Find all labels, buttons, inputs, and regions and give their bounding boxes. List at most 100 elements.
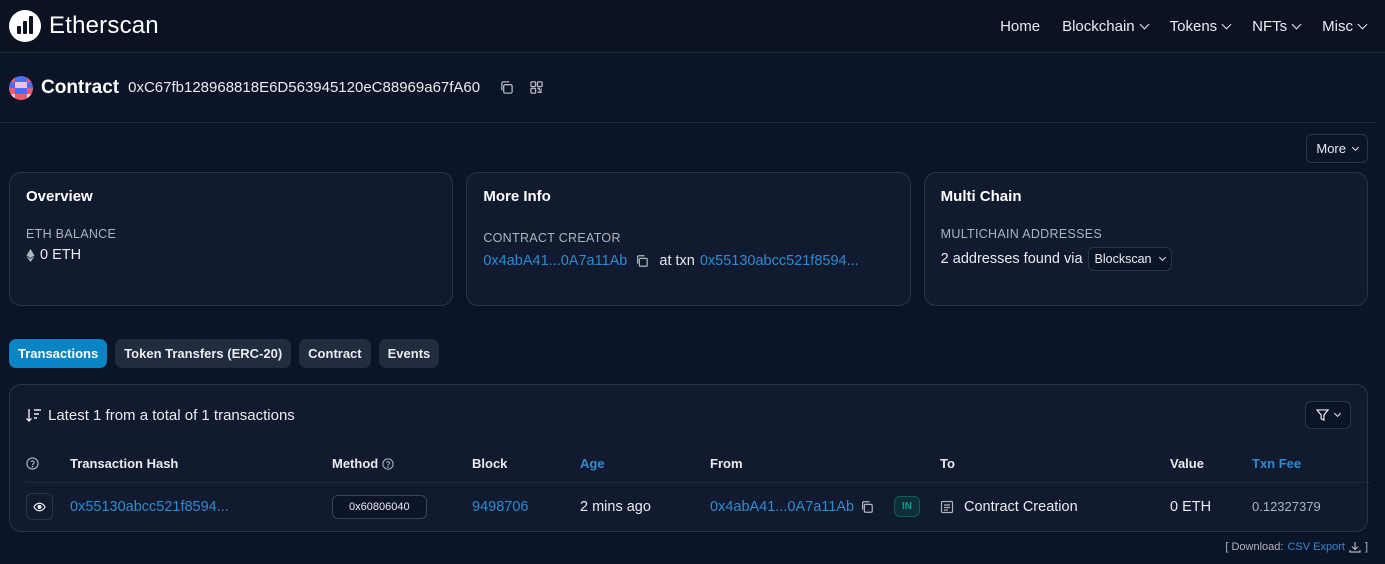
nav-blockchain[interactable]: Blockchain: [1053, 12, 1157, 41]
copy-icon[interactable]: [496, 78, 516, 98]
table-row-fee-cell: 0.12327379: [1252, 483, 1370, 530]
multichain-addresses-label: MULTICHAIN ADDRESSES: [940, 227, 1103, 241]
download-suffix: ]: [1364, 541, 1368, 553]
column-from: From: [710, 445, 894, 483]
table-row-block-cell: 9498706: [472, 483, 580, 530]
column-transaction-hash: Transaction Hash: [70, 445, 332, 483]
nav-nfts-label: NFTs: [1252, 17, 1288, 35]
chevron-down-icon: [1357, 19, 1368, 29]
chevron-down-icon: [1291, 19, 1302, 29]
download-row: [ Download: CSV Export ]: [1225, 541, 1368, 553]
nav-tokens-label: Tokens: [1169, 17, 1218, 35]
more-row: More: [0, 123, 1385, 163]
eth-balance-amount: 0 ETH: [40, 247, 82, 263]
addresses-found-text: 2 addresses found via: [940, 251, 1083, 267]
filter-icon: [1316, 409, 1329, 421]
tab-transactions[interactable]: Transactions: [9, 339, 108, 368]
more-info-card: More Info CONTRACT CREATOR 0x4abA41...0A…: [466, 172, 911, 306]
column-age[interactable]: Age: [580, 445, 710, 483]
contract-creator-value: 0x4abA41...0A7a11Ab at txn 0x55130abcc52…: [483, 251, 893, 271]
filter-button[interactable]: [1305, 401, 1351, 429]
table-row-view-cell: [26, 483, 70, 530]
help-icon[interactable]: [26, 457, 39, 470]
address-avatar: [9, 75, 33, 100]
copy-icon[interactable]: [860, 500, 874, 514]
creator-address-link[interactable]: 0x4abA41...0A7a11Ab: [483, 253, 627, 269]
overview-title: Overview: [26, 188, 93, 205]
tab-bar: Transactions Token Transfers (ERC-20) Co…: [0, 306, 1385, 372]
brand-link[interactable]: Etherscan: [9, 10, 159, 42]
contract-header: Contract 0xC67fb128968818E6D563945120eC8…: [0, 53, 1377, 123]
table-row-value-cell: 0 ETH: [1170, 498, 1212, 515]
transactions-card: Latest 1 from a total of 1 transactions …: [9, 384, 1370, 532]
table-row-age-cell: 2 mins ago: [580, 498, 651, 515]
more-dropdown-button[interactable]: More: [1306, 134, 1368, 163]
nav-misc-label: Misc: [1322, 17, 1353, 35]
table-row-from-cell: 0x4abA41...0A7a11Ab: [710, 483, 894, 530]
column-method: Method: [332, 445, 472, 483]
table-row-method-cell: 0x60806040: [332, 483, 472, 530]
contract-address: 0xC67fb128968818E6D563945120eC88969a67fA…: [128, 79, 481, 96]
chevron-down-icon: [1139, 19, 1150, 29]
txn-fee-value: 0.12327379: [1252, 499, 1321, 514]
document-icon: [940, 500, 954, 513]
nav-home-label: Home: [1000, 17, 1041, 35]
blockscan-label: Blockscan: [1094, 252, 1152, 266]
nav-home[interactable]: Home: [991, 12, 1049, 41]
copy-icon[interactable]: [632, 251, 652, 271]
etherscan-logo-icon: [9, 10, 41, 42]
transactions-summary: Latest 1 from a total of 1 transactions: [26, 407, 295, 424]
download-icon[interactable]: [1349, 541, 1361, 553]
more-label: More: [1316, 141, 1346, 156]
creator-txn-link[interactable]: 0x55130abcc521f8594...: [700, 253, 859, 269]
table-row-hash-cell: 0x55130abcc521f8594...: [70, 483, 332, 530]
column-value: Value: [1170, 445, 1252, 483]
column-to: To: [940, 445, 1170, 483]
help-column-header: [26, 445, 70, 483]
tab-contract[interactable]: Contract: [299, 339, 371, 368]
top-navbar: Etherscan Home Blockchain Tokens NFTs Mi…: [0, 0, 1385, 53]
txn-hash-link[interactable]: 0x55130abcc521f8594...: [70, 499, 229, 515]
chevron-down-icon: [1158, 253, 1166, 262]
chevron-down-icon: [1221, 19, 1232, 29]
info-cards: Overview ETH BALANCE 0 ETH More Info CON…: [0, 163, 1385, 306]
chevron-down-icon: [1351, 143, 1360, 151]
at-txn-text: at txn: [659, 253, 695, 269]
contract-creator-label: CONTRACT CREATOR: [483, 231, 621, 245]
tab-events[interactable]: Events: [378, 339, 440, 368]
overview-card: Overview ETH BALANCE 0 ETH: [9, 172, 454, 306]
direction-badge: IN: [894, 496, 920, 517]
csv-export-link[interactable]: CSV Export: [1287, 541, 1344, 553]
ethereum-icon: [26, 248, 35, 262]
tab-token-transfers[interactable]: Token Transfers (ERC-20): [115, 339, 292, 368]
qr-code-icon[interactable]: [526, 78, 546, 98]
eth-balance-value: 0 ETH: [26, 247, 436, 263]
blockscan-dropdown[interactable]: Blockscan: [1087, 247, 1172, 271]
help-icon[interactable]: [382, 457, 394, 470]
column-direction: [894, 445, 940, 483]
multi-chain-title: Multi Chain: [940, 188, 1022, 205]
eye-icon[interactable]: [26, 493, 53, 520]
multichain-value: 2 addresses found via Blockscan: [941, 247, 1351, 271]
to-label: Contract Creation: [964, 498, 1078, 515]
multi-chain-card: Multi Chain MULTICHAIN ADDRESSES 2 addre…: [923, 172, 1368, 306]
page-title: Contract: [41, 76, 120, 98]
table-row-to-cell: Contract Creation: [940, 483, 1170, 530]
transactions-header: Latest 1 from a total of 1 transactions: [10, 385, 1367, 445]
block-link[interactable]: 9498706: [472, 499, 528, 515]
from-address-link[interactable]: 0x4abA41...0A7a11Ab: [710, 499, 854, 515]
nav-blockchain-label: Blockchain: [1062, 17, 1135, 35]
transactions-table: Transaction Hash Method Block Age From T…: [10, 445, 1370, 530]
main-nav: Home Blockchain Tokens NFTs Misc: [991, 12, 1375, 41]
column-txn-fee[interactable]: Txn Fee: [1252, 445, 1370, 483]
table-row-direction-cell: IN: [894, 483, 940, 530]
method-badge: 0x60806040: [332, 494, 427, 519]
brand-name: Etherscan: [49, 12, 159, 39]
nav-nfts[interactable]: NFTs: [1243, 12, 1309, 41]
nav-misc[interactable]: Misc: [1313, 12, 1375, 41]
sort-icon: [26, 409, 41, 422]
more-info-title: More Info: [483, 188, 551, 205]
column-block: Block: [472, 445, 580, 483]
eth-balance-label: ETH BALANCE: [26, 227, 117, 241]
nav-tokens[interactable]: Tokens: [1161, 12, 1240, 41]
